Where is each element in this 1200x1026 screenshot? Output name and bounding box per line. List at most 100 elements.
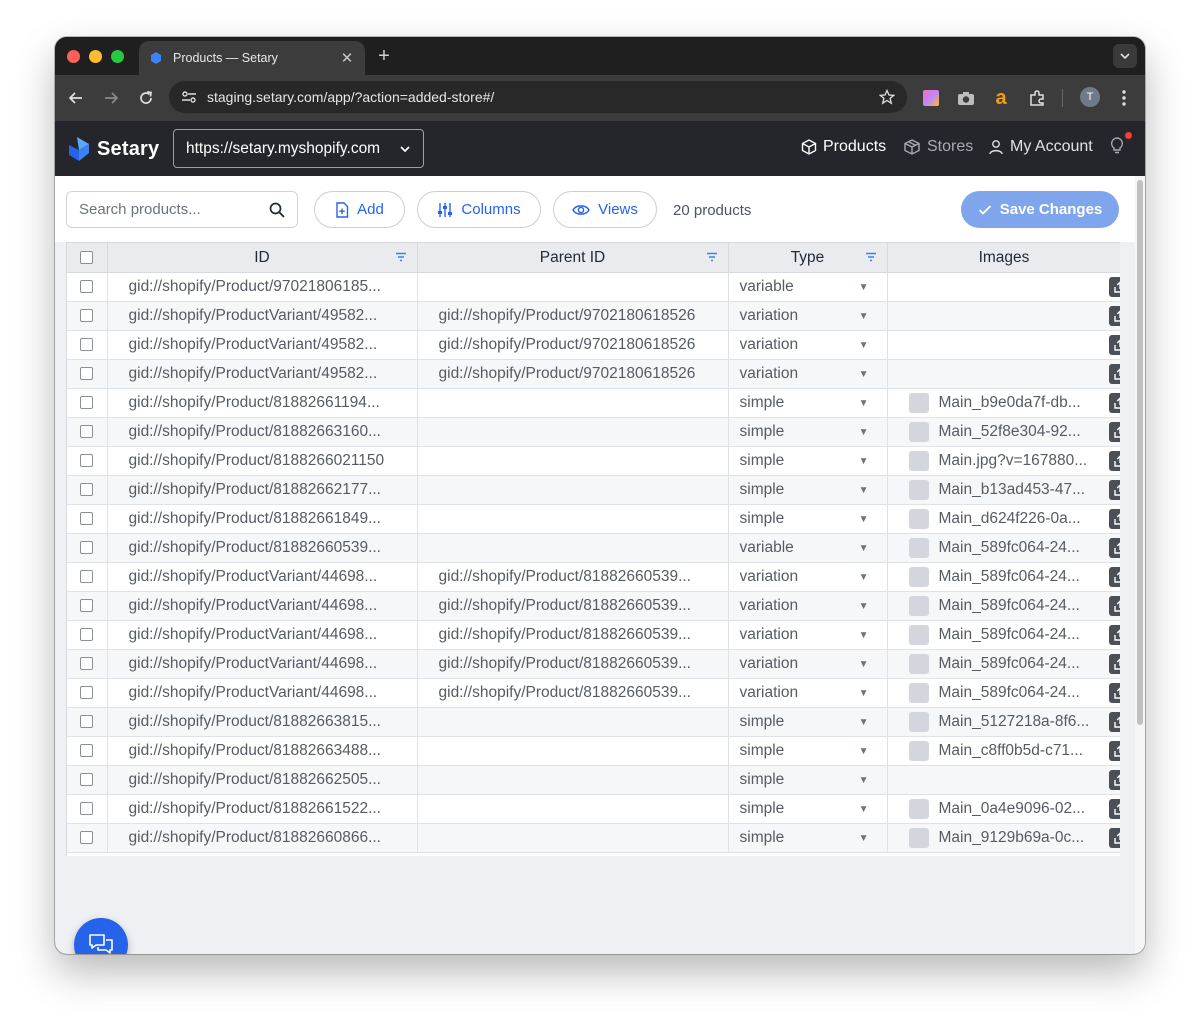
type-cell[interactable]: simple ▼ <box>728 794 888 824</box>
images-cell[interactable]: Main_5127218a-8f6... <box>887 707 1120 737</box>
parent-id-cell[interactable] <box>417 765 729 795</box>
type-select[interactable]: simple ▼ <box>729 423 887 441</box>
id-cell[interactable]: gid://shopify/Product/81882661849... <box>107 504 418 534</box>
type-cell[interactable]: simple ▼ <box>728 736 888 766</box>
images-cell[interactable] <box>887 765 1120 795</box>
row-checkbox[interactable] <box>80 541 94 555</box>
type-select[interactable]: simple ▼ <box>729 510 887 528</box>
type-select[interactable]: simple ▼ <box>729 394 887 412</box>
row-checkbox[interactable] <box>80 686 94 700</box>
row-checkbox[interactable] <box>80 570 94 584</box>
row-checkbox[interactable] <box>80 773 94 787</box>
filter-icon[interactable] <box>865 252 877 262</box>
table-row[interactable]: gid://shopify/Product/81882660866... simp… <box>67 823 1120 853</box>
upload-button[interactable] <box>1108 654 1120 674</box>
type-select[interactable]: variation ▼ <box>729 684 887 702</box>
image-thumbnail[interactable] <box>908 654 929 674</box>
image-thumbnail[interactable] <box>908 828 929 848</box>
page-scrollbar[interactable] <box>1135 176 1145 954</box>
new-tab-icon[interactable]: + <box>373 45 395 68</box>
table-row[interactable]: gid://shopify/Product/81882662505... simp… <box>67 765 1120 795</box>
type-cell[interactable]: variable ▼ <box>728 533 888 563</box>
images-cell[interactable]: Main_d624f226-0a... <box>887 504 1120 534</box>
type-cell[interactable]: simple ▼ <box>728 765 888 795</box>
upload-button[interactable] <box>1108 306 1120 326</box>
id-cell[interactable]: gid://shopify/ProductVariant/44698... <box>107 678 418 708</box>
type-select[interactable]: variable ▼ <box>729 539 887 557</box>
parent-id-cell[interactable] <box>417 504 729 534</box>
type-select[interactable]: variation ▼ <box>729 336 887 354</box>
image-thumbnail[interactable] <box>908 625 929 645</box>
upload-button[interactable] <box>1108 480 1120 500</box>
filter-icon[interactable] <box>706 252 718 262</box>
type-select[interactable]: simple ▼ <box>729 713 887 731</box>
upload-button[interactable] <box>1108 683 1120 703</box>
address-bar[interactable]: staging.setary.com/app/?action=added-sto… <box>169 81 907 113</box>
table-row[interactable]: gid://shopify/Product/81882663815... simp… <box>67 707 1120 737</box>
column-header-type[interactable]: Type <box>728 242 888 273</box>
images-cell[interactable]: Main_589fc064-24... <box>887 620 1120 650</box>
type-select[interactable]: simple ▼ <box>729 771 887 789</box>
upload-button[interactable] <box>1108 828 1120 848</box>
search-icon[interactable] <box>269 202 285 218</box>
setary-logo[interactable]: Setary <box>67 136 159 162</box>
type-cell[interactable]: variation ▼ <box>728 649 888 679</box>
table-row[interactable]: gid://shopify/ProductVariant/44698... gid… <box>67 591 1120 621</box>
type-select[interactable]: simple ▼ <box>729 800 887 818</box>
search-input[interactable]: Search products... <box>66 191 298 228</box>
upload-button[interactable] <box>1108 393 1120 413</box>
extensions-puzzle-icon[interactable] <box>1027 88 1047 108</box>
type-cell[interactable]: variation ▼ <box>728 359 888 389</box>
type-select[interactable]: simple ▼ <box>729 829 887 847</box>
id-cell[interactable]: gid://shopify/Product/81882660866... <box>107 823 418 853</box>
image-thumbnail[interactable] <box>908 683 929 703</box>
parent-id-cell[interactable] <box>417 794 729 824</box>
parent-id-cell[interactable] <box>417 417 729 447</box>
maximize-window-button[interactable] <box>111 50 124 63</box>
forward-button[interactable] <box>100 87 122 109</box>
row-checkbox[interactable] <box>80 599 94 613</box>
type-select[interactable]: variation ▼ <box>729 597 887 615</box>
image-thumbnail[interactable] <box>908 480 929 500</box>
row-checkbox[interactable] <box>80 483 94 497</box>
parent-id-cell[interactable]: gid://shopify/Product/81882660539... <box>417 562 729 592</box>
row-checkbox[interactable] <box>80 309 94 323</box>
tab-search-button[interactable] <box>1113 44 1137 68</box>
row-checkbox[interactable] <box>80 280 94 294</box>
image-thumbnail[interactable] <box>908 538 929 558</box>
type-cell[interactable]: variation ▼ <box>728 678 888 708</box>
type-select[interactable]: variation ▼ <box>729 307 887 325</box>
type-select[interactable]: variable ▼ <box>729 278 887 296</box>
bookmark-star-icon[interactable] <box>879 89 895 105</box>
nav-products[interactable]: Products <box>801 138 886 156</box>
row-checkbox[interactable] <box>80 831 94 845</box>
type-cell[interactable]: simple ▼ <box>728 475 888 505</box>
table-row[interactable]: gid://shopify/ProductVariant/49582... gid… <box>67 359 1120 389</box>
id-cell[interactable]: gid://shopify/Product/81882661194... <box>107 388 418 418</box>
column-header-images[interactable]: Images <box>887 242 1120 273</box>
id-cell[interactable]: gid://shopify/Product/81882660539... <box>107 533 418 563</box>
table-row[interactable]: gid://shopify/Product/81882662177... simp… <box>67 475 1120 505</box>
images-cell[interactable] <box>887 330 1120 360</box>
upload-button[interactable] <box>1108 799 1120 819</box>
id-cell[interactable]: gid://shopify/ProductVariant/44698... <box>107 649 418 679</box>
upload-button[interactable] <box>1108 509 1120 529</box>
image-thumbnail[interactable] <box>908 567 929 587</box>
browser-menu-icon[interactable] <box>1114 88 1134 108</box>
upload-button[interactable] <box>1108 277 1120 297</box>
nav-stores[interactable]: Stores <box>903 138 973 156</box>
id-cell[interactable]: gid://shopify/ProductVariant/49582... <box>107 301 418 331</box>
store-select[interactable]: https://setary.myshopify.com <box>173 129 424 168</box>
extension-gradient-icon[interactable] <box>921 88 941 108</box>
image-thumbnail[interactable] <box>908 509 929 529</box>
images-cell[interactable]: Main_b9e0da7f-db... <box>887 388 1120 418</box>
images-cell[interactable]: Main_c8ff0b5d-c71... <box>887 736 1120 766</box>
id-cell[interactable]: gid://shopify/ProductVariant/49582... <box>107 330 418 360</box>
chat-button[interactable] <box>74 918 128 954</box>
row-checkbox[interactable] <box>80 367 94 381</box>
id-cell[interactable]: gid://shopify/Product/81882662505... <box>107 765 418 795</box>
table-row[interactable]: gid://shopify/Product/97021806185... vari… <box>67 272 1120 302</box>
row-checkbox[interactable] <box>80 396 94 410</box>
table-row[interactable]: gid://shopify/Product/81882661849... simp… <box>67 504 1120 534</box>
add-button[interactable]: Add <box>314 191 405 228</box>
